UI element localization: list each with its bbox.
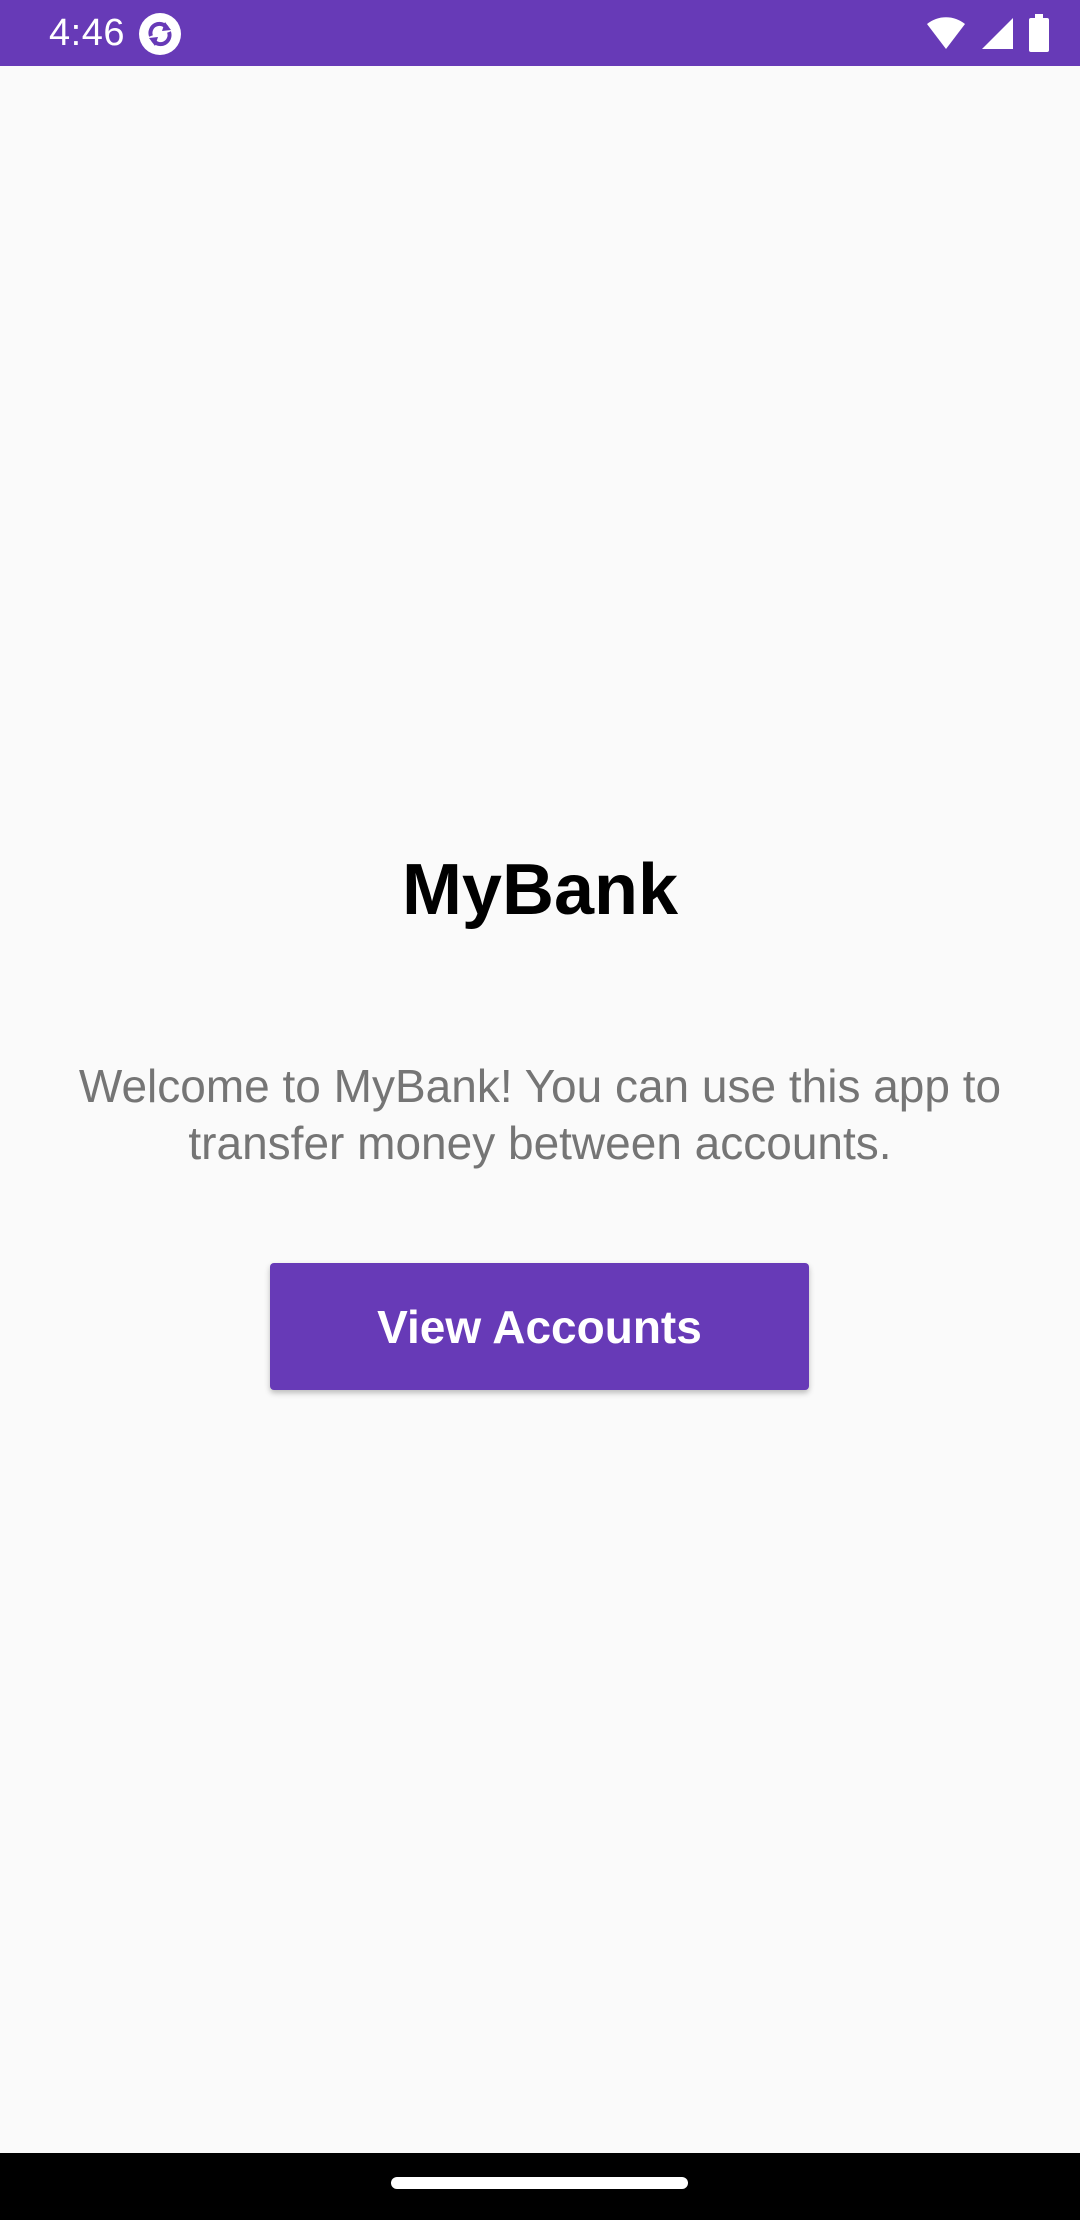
view-accounts-button[interactable]: View Accounts [270,1263,809,1390]
cellular-signal-icon [980,16,1014,50]
wifi-icon [926,16,966,50]
battery-icon [1028,14,1050,52]
welcome-text: Welcome to MyBank! You can use this app … [78,1060,1002,1169]
app-screen: 4:46 MyBank Welcome to MyBank! You can u… [0,0,1080,2220]
navigation-bar [0,2153,1080,2220]
status-icons [926,13,1050,53]
status-time: 4:46 [49,12,125,54]
app-title: MyBank [401,850,679,930]
status-bar: 4:46 [0,0,1080,66]
sync-app-icon [138,12,182,56]
home-gesture-handle[interactable] [391,2177,688,2189]
